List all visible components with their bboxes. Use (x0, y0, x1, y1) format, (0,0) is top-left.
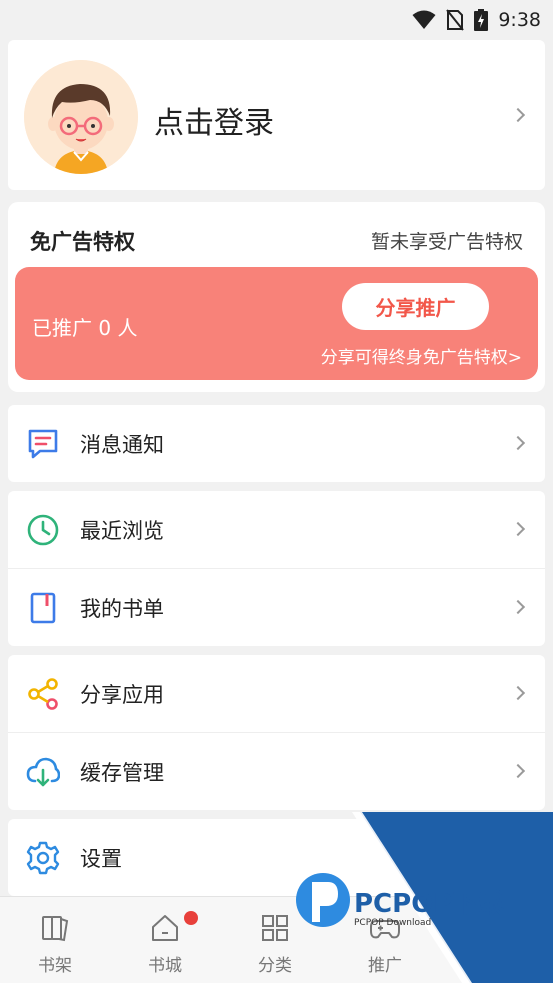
login-label[interactable]: 点击登录 (154, 98, 274, 142)
chevron-right-icon (510, 599, 526, 615)
clock-icon (27, 514, 59, 546)
menu-label: 分享应用 (80, 683, 164, 707)
promo-banner: 已推广 0 人 分享推广 分享可得终身免广告特权> (15, 267, 538, 380)
chevron-right-icon (510, 763, 526, 779)
menu-group-settings: 设置 (8, 819, 545, 896)
tab-category[interactable]: 分类 (220, 897, 330, 983)
ad-free-status: 暂未享受广告特权 (370, 231, 523, 253)
bottom-tab-bar: 书架 书城 分类 推广 我的 (0, 896, 553, 983)
wifi-icon (412, 10, 436, 29)
menu-item-recent[interactable]: 最近浏览 (8, 491, 545, 568)
notification-badge (184, 911, 198, 925)
promoted-count: 已推广 0 人 (32, 316, 138, 340)
category-grid-icon (262, 915, 288, 941)
chevron-right-icon[interactable] (510, 107, 526, 123)
tab-label: 书城 (148, 956, 182, 976)
menu-label: 缓存管理 (80, 761, 164, 785)
status-bar: 9:38 (0, 0, 553, 40)
share-promote-button[interactable]: 分享推广 (342, 283, 489, 330)
bookmark-icon (30, 592, 56, 624)
menu-item-booklist[interactable]: 我的书单 (8, 569, 545, 646)
status-time: 9:38 (498, 9, 541, 31)
chevron-right-icon (510, 521, 526, 537)
menu-label: 我的书单 (80, 597, 164, 621)
bookshelf-icon (42, 916, 69, 942)
menu-group-notifications: 消息通知 (8, 405, 545, 482)
menu-item-settings[interactable]: 设置 (8, 819, 545, 896)
menu-group-app: 分享应用 缓存管理 (8, 655, 545, 810)
cartoon-boy-avatar-icon (24, 60, 138, 174)
menu-item-cache[interactable]: 缓存管理 (8, 733, 545, 810)
tab-label: 推广 (368, 956, 402, 976)
menu-label: 设置 (80, 847, 122, 871)
gamepad-icon (370, 920, 400, 939)
battery-charging-icon (474, 9, 489, 31)
chevron-right-icon (510, 685, 526, 701)
tab-label: 我的 (478, 956, 512, 976)
tab-label: 书架 (38, 956, 72, 976)
avatar[interactable] (24, 60, 138, 174)
home-icon (152, 915, 178, 941)
message-icon (28, 429, 58, 459)
menu-item-share-app[interactable]: 分享应用 (8, 655, 545, 732)
cloud-download-icon (26, 757, 60, 787)
tab-promote[interactable]: 推广 (330, 897, 440, 983)
tab-mine[interactable]: 我的 (440, 897, 550, 983)
menu-label: 最近浏览 (80, 519, 164, 543)
profile-card[interactable]: 点击登录 (8, 40, 545, 190)
tab-label: 分类 (258, 956, 292, 976)
gear-icon (26, 841, 60, 875)
tab-bookstore[interactable]: 书城 (110, 897, 220, 983)
ad-free-title: 免广告特权 (30, 230, 135, 254)
tab-bookshelf[interactable]: 书架 (0, 897, 110, 983)
menu-item-notifications[interactable]: 消息通知 (8, 405, 545, 482)
menu-label: 消息通知 (80, 433, 164, 457)
chevron-right-icon (510, 435, 526, 451)
share-note-link[interactable]: 分享可得终身免广告特权> (321, 343, 522, 368)
share-icon (28, 678, 58, 710)
profile-icon (483, 916, 507, 942)
ad-free-card: 免广告特权 暂未享受广告特权 已推广 0 人 分享推广 分享可得终身免广告特权> (8, 202, 545, 392)
menu-group-reading: 最近浏览 我的书单 (8, 491, 545, 646)
no-sim-icon (446, 9, 465, 31)
